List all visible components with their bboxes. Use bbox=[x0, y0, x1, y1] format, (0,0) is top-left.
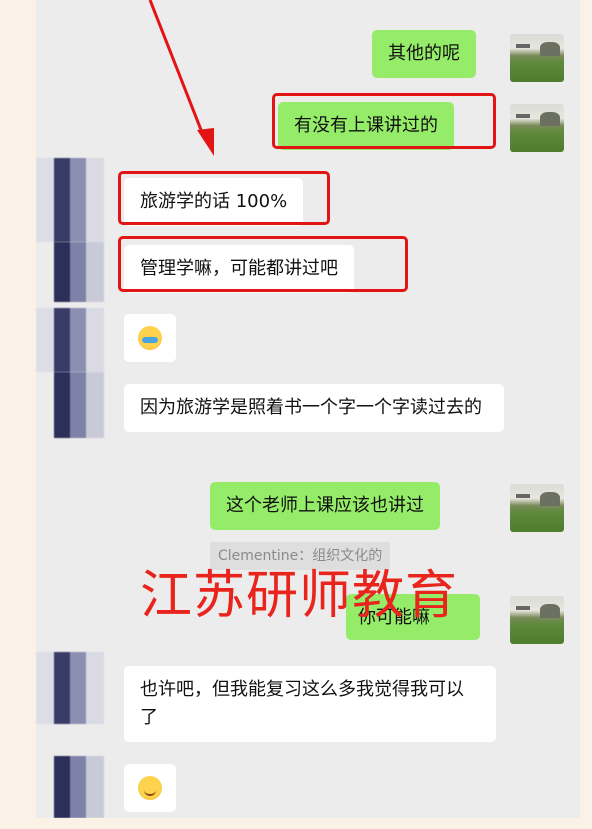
annotation-arrow bbox=[148, 0, 214, 156]
watermark-text: 江苏研师教育 bbox=[140, 566, 459, 626]
